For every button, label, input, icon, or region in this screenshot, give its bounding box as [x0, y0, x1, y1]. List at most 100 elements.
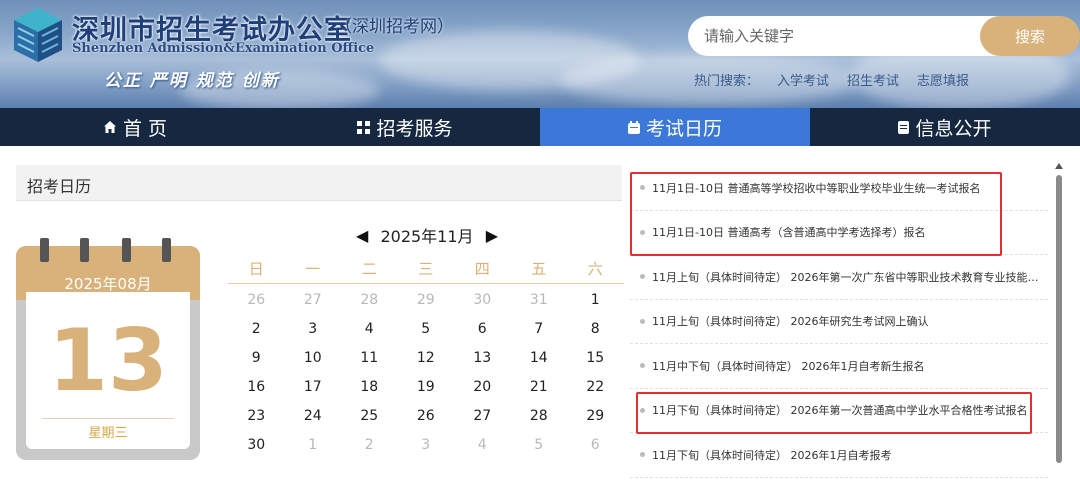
calendar-day[interactable]: 17 — [285, 379, 342, 395]
calendar-day[interactable]: 16 — [228, 379, 285, 395]
calendar-day-outside-month[interactable]: 28 — [341, 292, 398, 308]
hot-search-link[interactable]: 志愿填报 — [917, 70, 969, 89]
calendar-day-outside-month[interactable]: 6 — [567, 437, 624, 453]
calendar-week-row: 9 10 11 12 13 14 15 — [228, 343, 624, 372]
card-month: 2025年08月 — [64, 275, 152, 293]
calendar-day[interactable]: 29 — [567, 408, 624, 424]
calendar-day[interactable]: 10 — [285, 350, 342, 366]
event-item[interactable]: 11月上旬（具体时间待定） 2026年第一次广东省中等职业技术教育专业技能课..… — [630, 255, 1048, 300]
event-item[interactable]: 11月下旬（具体时间待定） 2026年第一次普通高中学业水平合格性考试报名 — [630, 389, 1048, 433]
prev-month-icon[interactable]: ◀ — [356, 226, 368, 245]
calendar-day[interactable]: 26 — [398, 408, 455, 424]
calendar-day[interactable]: 11 — [341, 350, 398, 366]
nav-item-label: 首 页 — [122, 117, 168, 140]
main-nav: 首 页 招考服务 考试日历 信息公开 — [0, 108, 1080, 146]
calendar-day[interactable]: 30 — [228, 437, 285, 453]
calendar-day[interactable]: 18 — [341, 379, 398, 395]
event-item[interactable]: 11月1日-10日 普通高考（含普通高中学考选择考）报名 — [630, 211, 1048, 255]
site-header: 深圳市招生考试办公室 （深圳招考网） Shenzhen Admission&Ex… — [0, 0, 1080, 108]
calendar-day[interactable]: 22 — [567, 379, 624, 395]
calendar-month-title: 2025年11月 — [380, 227, 474, 246]
event-title: 11月1日-10日 普通高等学校招收中等职业学校毕业生统一考试报名 — [652, 181, 981, 195]
calendar-day-outside-month[interactable]: 5 — [511, 437, 568, 453]
calendar-week-row: 26 27 28 29 30 31 1 — [228, 285, 624, 314]
event-item[interactable]: 11月1日-10日 普通高等学校招收中等职业学校毕业生统一考试报名 — [630, 166, 1048, 211]
search-input[interactable] — [704, 16, 974, 56]
event-title: 11月上旬（具体时间待定） 2026年研究生考试网上确认 — [652, 315, 929, 329]
weekday-header: 日一二三四五六 — [228, 254, 624, 284]
binder-ring — [162, 238, 171, 262]
calendar-day[interactable]: 3 — [285, 321, 342, 337]
nav-item-label: 考试日历 — [645, 117, 722, 140]
site-subtitle: （深圳招考网） — [335, 17, 454, 37]
calendar-day-outside-month[interactable]: 1 — [285, 437, 342, 453]
calendar-day-outside-month[interactable]: 30 — [454, 292, 511, 308]
binder-ring — [80, 238, 89, 262]
calendar-day[interactable]: 14 — [511, 350, 568, 366]
event-list: 11月1日-10日 普通高等学校招收中等职业学校毕业生统一考试报名 11月1日-1… — [630, 166, 1048, 478]
calendar-day[interactable]: 20 — [454, 379, 511, 395]
calendar-day-outside-month[interactable]: 27 — [285, 292, 342, 308]
hot-search-label: 热门搜索： — [694, 74, 760, 89]
bullet-icon — [640, 229, 645, 235]
calendar-day[interactable]: 23 — [228, 408, 285, 424]
home-icon — [103, 121, 116, 133]
weekday-label: 日 — [248, 260, 264, 278]
calendar-day[interactable]: 27 — [454, 408, 511, 424]
site-english-title: Shenzhen Admission&Examination Office — [72, 41, 375, 56]
site-motto: 公正 严明 规范 创新 — [104, 71, 280, 91]
bullet-icon — [640, 363, 645, 369]
bullet-icon — [640, 452, 645, 458]
event-item[interactable]: 11月下旬（具体时间待定） 2026年1月自考报考 — [630, 433, 1048, 478]
next-month-icon[interactable]: ▶ — [486, 226, 498, 245]
calendar-day-outside-month[interactable]: 4 — [454, 437, 511, 453]
calendar-day-outside-month[interactable]: 29 — [398, 292, 455, 308]
nav-item-home[interactable]: 首 页 — [0, 108, 270, 146]
today-date-card: 2025年08月 13 星期三 — [16, 238, 200, 460]
calendar-day[interactable]: 24 — [285, 408, 342, 424]
hot-search: 热门搜索： 入学考试 招生考试 志愿填报 — [694, 70, 969, 89]
event-item[interactable]: 11月上旬（具体时间待定） 2026年研究生考试网上确认 — [630, 300, 1048, 344]
search-button[interactable]: 搜索 — [980, 16, 1080, 56]
event-item[interactable]: 11月中下旬（具体时间待定） 2026年1月自考新生报名 — [630, 344, 1048, 389]
scroll-thumb[interactable] — [1056, 175, 1062, 463]
calendar-day[interactable]: 13 — [454, 350, 511, 366]
nav-item-exam-calendar[interactable]: 考试日历 — [540, 108, 810, 146]
calendar-day[interactable]: 7 — [511, 321, 568, 337]
calendar-icon — [627, 120, 640, 134]
calendar-day[interactable]: 8 — [567, 321, 624, 337]
nav-item-services[interactable]: 招考服务 — [270, 108, 540, 146]
nav-item-info[interactable]: 信息公开 — [810, 108, 1080, 146]
event-title: 11月1日-10日 普通高考（含普通高中学考选择考）报名 — [652, 226, 926, 240]
event-list-scrollbar[interactable] — [1054, 163, 1064, 481]
bullet-icon — [640, 185, 645, 191]
calendar-day-outside-month[interactable]: 2 — [341, 437, 398, 453]
calendar-day[interactable]: 21 — [511, 379, 568, 395]
binder-ring — [40, 238, 49, 262]
weekday-label: 二 — [361, 260, 377, 278]
nav-item-label: 信息公开 — [915, 117, 992, 140]
calendar-week-row: 2345678 — [228, 314, 624, 343]
calendar-day[interactable]: 19 — [398, 379, 455, 395]
document-icon — [898, 120, 910, 134]
calendar-week-row: 16 17 18 19 20 21 22 — [228, 372, 624, 401]
panel-title: 招考日历 — [27, 177, 92, 196]
calendar-day[interactable]: 5 — [398, 321, 455, 337]
hot-search-link[interactable]: 招生考试 — [847, 70, 899, 89]
calendar-day[interactable]: 15 — [567, 350, 624, 366]
calendar-day[interactable]: 25 — [341, 408, 398, 424]
calendar-day[interactable]: 4 — [341, 321, 398, 337]
calendar-day[interactable]: 1 — [567, 292, 624, 308]
calendar-day[interactable]: 12 — [398, 350, 455, 366]
calendar-day[interactable]: 6 — [454, 321, 511, 337]
bullet-icon — [640, 407, 645, 413]
calendar-day[interactable]: 9 — [228, 350, 285, 366]
hot-search-link[interactable]: 入学考试 — [777, 70, 829, 89]
calendar-day-outside-month[interactable]: 31 — [511, 292, 568, 308]
calendar-day-outside-month[interactable]: 3 — [398, 437, 455, 453]
search-box: 搜索 — [688, 16, 1080, 56]
calendar-day[interactable]: 28 — [511, 408, 568, 424]
scroll-up-icon[interactable] — [1055, 163, 1063, 169]
calendar-day-outside-month[interactable]: 26 — [228, 292, 285, 308]
calendar-day[interactable]: 2 — [228, 321, 285, 337]
